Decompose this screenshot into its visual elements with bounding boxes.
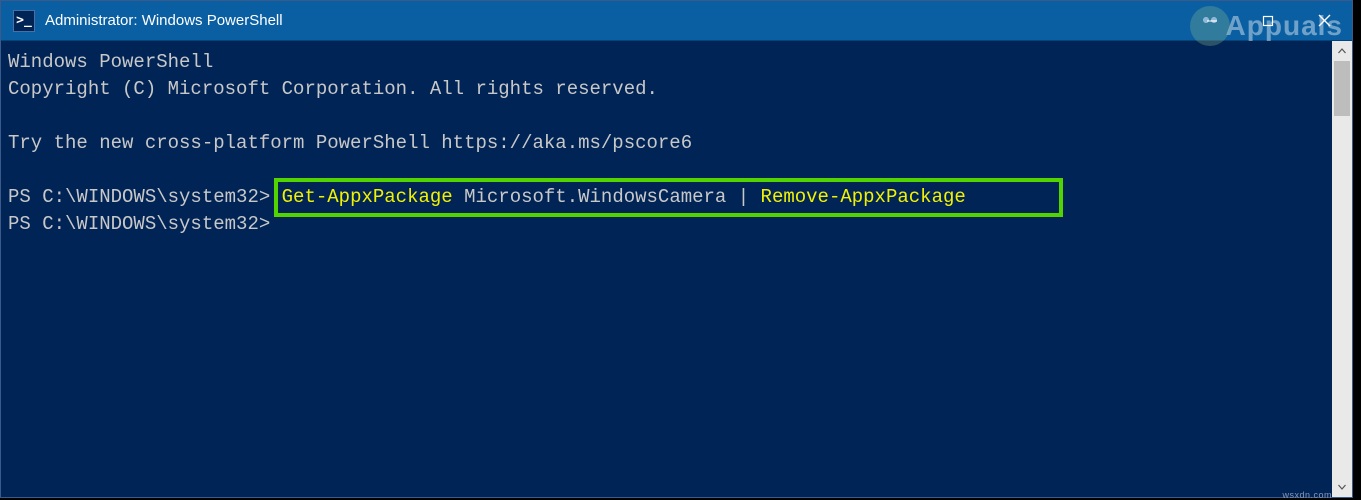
- vertical-scrollbar[interactable]: [1332, 41, 1352, 497]
- cmd-remove-appxpackage: Remove-AppxPackage: [749, 186, 966, 208]
- minimize-icon: [1206, 15, 1218, 27]
- banner-line-1: Windows PowerShell: [8, 49, 1330, 76]
- minimize-button[interactable]: [1184, 1, 1240, 40]
- window-titlebar[interactable]: >_ Administrator: Windows PowerShell: [1, 1, 1352, 41]
- blank-line: [8, 103, 1330, 130]
- chevron-up-icon: [1338, 48, 1346, 54]
- scrollbar-track[interactable]: [1332, 61, 1352, 477]
- chevron-down-icon: [1338, 484, 1346, 490]
- window-title: Administrator: Windows PowerShell: [45, 12, 283, 29]
- close-icon: [1318, 14, 1331, 27]
- scroll-down-button[interactable]: [1332, 477, 1352, 497]
- prompt-1: PS C:\WINDOWS\system32>: [8, 186, 282, 208]
- scroll-up-button[interactable]: [1332, 41, 1352, 61]
- prompt-2: PS C:\WINDOWS\system32>: [8, 213, 270, 235]
- cmd-get-appxpackage: Get-AppxPackage: [282, 186, 453, 208]
- maximize-button[interactable]: [1240, 1, 1296, 40]
- maximize-icon: [1262, 15, 1274, 27]
- window-controls: [1184, 1, 1352, 40]
- powershell-window: >_ Administrator: Windows PowerShell Win…: [0, 0, 1353, 498]
- banner-line-2: Copyright (C) Microsoft Corporation. All…: [8, 76, 1330, 103]
- terminal-client-area: Windows PowerShellCopyright (C) Microsof…: [1, 41, 1352, 497]
- try-new-powershell-line: Try the new cross-platform PowerShell ht…: [8, 130, 1330, 157]
- blank-line-2: [8, 157, 1330, 184]
- powershell-terminal[interactable]: Windows PowerShellCopyright (C) Microsof…: [1, 41, 1332, 497]
- cmd-package-arg: Microsoft.WindowsCamera: [453, 186, 738, 208]
- command-line-1: PS C:\WINDOWS\system32> Get-AppxPackage …: [8, 184, 1330, 211]
- close-button[interactable]: [1296, 1, 1352, 40]
- cmd-pipe: |: [738, 186, 749, 208]
- powershell-app-icon: >_: [13, 10, 35, 32]
- powershell-icon-glyph: >_: [16, 13, 32, 28]
- scrollbar-thumb[interactable]: [1334, 61, 1350, 116]
- prompt-line-2: PS C:\WINDOWS\system32>: [8, 211, 1330, 238]
